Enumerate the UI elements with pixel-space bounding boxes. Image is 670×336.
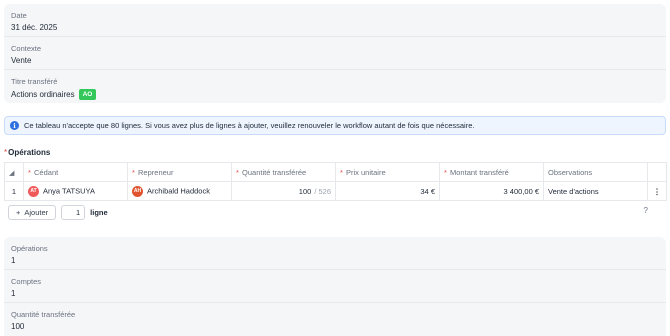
table-row[interactable]: 1 AT Anya TATSUYA AH Archibald Haddock 100… (4, 181, 667, 201)
column-header-observations: Observations (543, 162, 648, 182)
field-label: Quantité transférée (11, 310, 76, 319)
column-header-amount: * Montant transféré (439, 162, 544, 182)
field-label: Opérations (11, 244, 48, 253)
security-badge: AO (78, 89, 97, 100)
security-field: Titre transféré Actions ordinaires AO (4, 70, 666, 103)
summary-card-top: Date 31 déc. 2025 Contexte Vente Titre t… (4, 4, 666, 103)
row-index: 1 (4, 181, 24, 201)
avatar: AT (28, 185, 39, 197)
column-header-cedant: * Cédant (23, 162, 128, 182)
field-value: Vente (11, 56, 32, 65)
sort-column-header[interactable]: ◢ (4, 162, 24, 182)
column-header-repreneur: * Repreneur (127, 162, 232, 182)
avatar: AH (132, 185, 143, 197)
sort-icon[interactable]: ◢ (9, 170, 14, 177)
operations-count-field: Opérations 1 (4, 237, 666, 270)
add-row-bar: + Ajouter ligne ? (4, 201, 666, 223)
info-message: Ce tableau n'accepte que 80 lignes. Si v… (24, 121, 475, 130)
info-icon: i (10, 121, 19, 130)
add-button[interactable]: + Ajouter (8, 204, 57, 220)
required-mark: * (4, 148, 8, 157)
table-header-row: ◢ * Cédant * Repreneur * Quantité transf… (4, 162, 667, 182)
summary-card-bottom: Opérations 1 Comptes 1 Quantité transfér… (4, 237, 666, 336)
quantity-value: 100 (298, 186, 312, 196)
column-header-quantity: * Quantité transférée (231, 162, 336, 182)
field-value-row: Actions ordinaires AO (11, 89, 97, 100)
field-value: 1 (11, 256, 16, 265)
field-label: Titre transféré (11, 77, 58, 86)
quantity-max: / 526 (314, 186, 331, 196)
operations-table: ◢ * Cédant * Repreneur * Quantité transf… (4, 162, 667, 201)
cedant-cell[interactable]: AT Anya TATSUYA (23, 181, 128, 201)
field-value: Actions ordinaires (11, 90, 75, 99)
quantity-cell[interactable]: 100/ 526 (231, 181, 336, 201)
transferred-quantity-field: Quantité transférée 100 (4, 303, 666, 336)
field-label: Comptes (11, 277, 42, 286)
column-header-actions (647, 162, 667, 182)
field-value: 1 (11, 289, 16, 298)
info-banner: i Ce tableau n'accepte que 80 lignes. Si… (4, 116, 666, 135)
cedant-name: Anya TATSUYA (43, 185, 95, 195)
date-field: Date 31 déc. 2025 (4, 4, 666, 37)
field-label: Contexte (11, 44, 42, 53)
repreneur-cell[interactable]: AH Archibald Haddock (127, 181, 232, 201)
repreneur-name: Archibald Haddock (147, 185, 210, 195)
row-count-input[interactable] (61, 204, 86, 220)
field-value: 31 déc. 2025 (11, 23, 58, 32)
amount-cell: 3 400,00 € (439, 181, 544, 201)
operations-title: *Opérations (4, 148, 51, 157)
help-icon[interactable]: ? (644, 206, 648, 215)
field-value: 100 (11, 322, 25, 331)
accounts-count-field: Comptes 1 (4, 270, 666, 303)
observations-cell[interactable]: Vente d'actions (543, 181, 648, 201)
row-menu-icon[interactable]: ⋮ (647, 181, 667, 201)
field-label: Date (11, 11, 27, 20)
plus-icon: + (16, 207, 21, 217)
unit-price-cell[interactable]: 34 € (335, 181, 440, 201)
column-header-unit-price: * Prix unitaire (335, 162, 440, 182)
context-field: Contexte Vente (4, 37, 666, 70)
row-unit-label: ligne (90, 207, 108, 217)
